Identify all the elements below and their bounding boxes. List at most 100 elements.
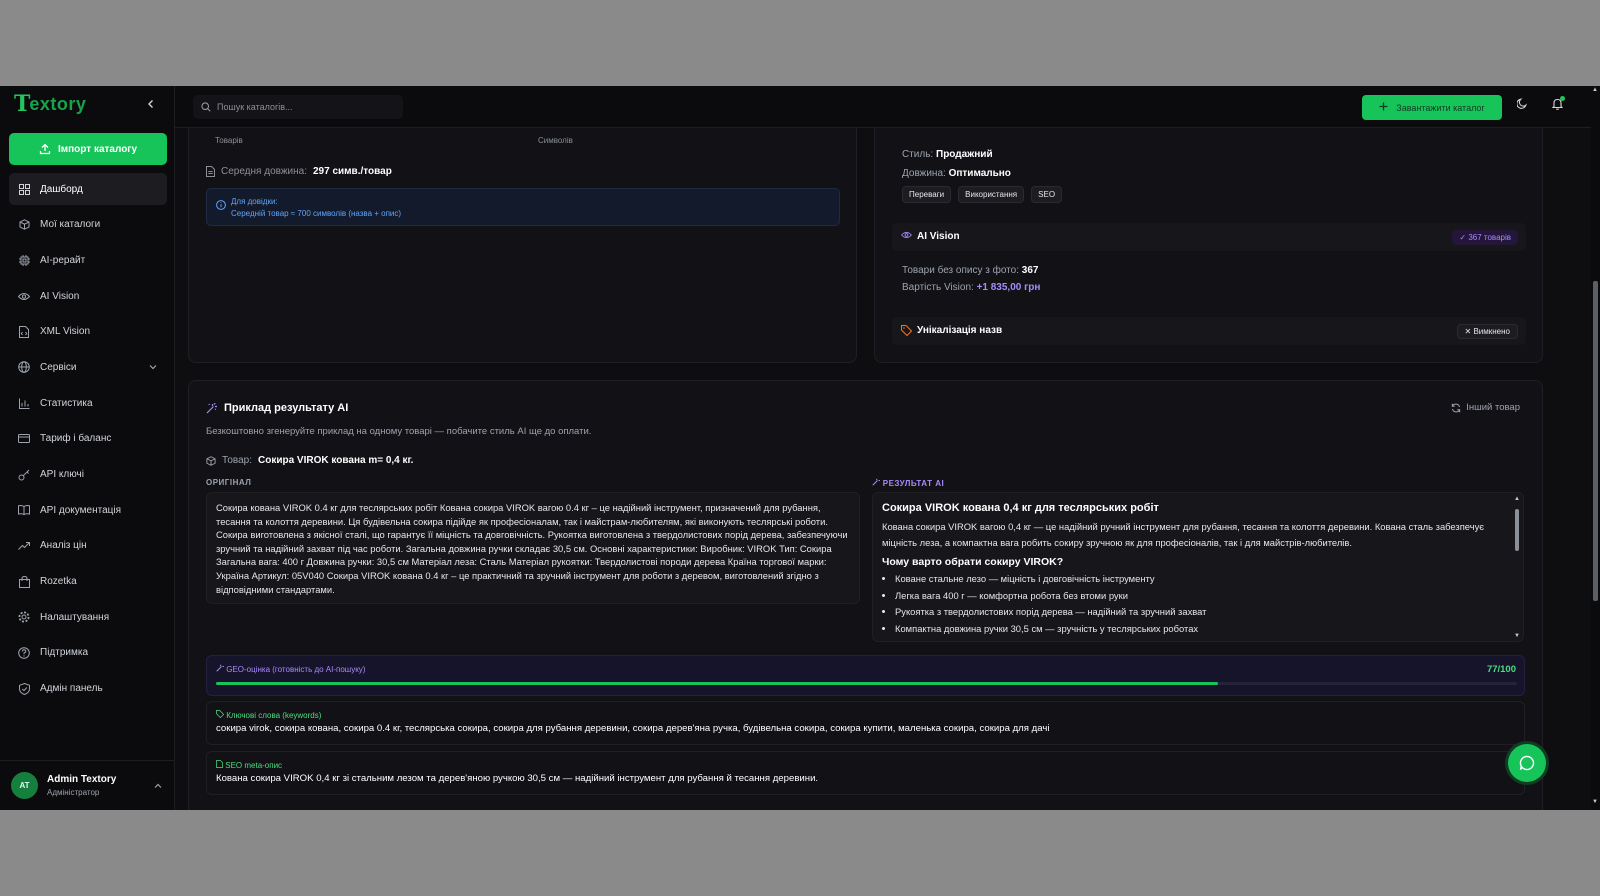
scrollbar-thumb[interactable] (1593, 281, 1598, 601)
file-text-icon (216, 760, 223, 768)
sidebar-item-settings[interactable]: Налаштування (9, 601, 167, 633)
other-product-button[interactable]: Інший товар (1451, 402, 1520, 413)
notification-dot (1560, 96, 1565, 101)
page-scrollbar[interactable]: ▲ ▼ (1591, 86, 1600, 810)
import-catalog-label: Імпорт каталогу (57, 143, 138, 155)
credit-card-icon (18, 433, 30, 445)
unique-names-title: Унікалізація назв (917, 325, 1003, 336)
meta-text: Кована сокира VIROK 0,4 кг зі стальним л… (216, 773, 819, 784)
sidebar-item-api-keys[interactable]: API ключі (9, 459, 167, 491)
sidebar-item-ai-vision[interactable]: AI Vision (9, 280, 167, 312)
box-icon (18, 219, 30, 231)
info-icon (216, 200, 226, 213)
search-icon (201, 102, 211, 112)
upload-icon (39, 143, 51, 155)
avatar: AT (11, 772, 38, 799)
result-scrollbar[interactable]: ▲ ▼ (1514, 496, 1520, 640)
sidebar-item-catalogs[interactable]: Мої каталоги (9, 209, 167, 241)
products-label: Товарів (215, 136, 243, 145)
ai-example-subtitle: Безкоштовно згенеруйте приклад на одному… (206, 426, 592, 437)
meta-label: SEO meta-опис (225, 761, 283, 770)
sidebar-item-label: XML Vision (40, 326, 91, 338)
scrollbar-thumb[interactable] (1515, 509, 1519, 551)
theme-toggle-button[interactable] (1516, 98, 1528, 112)
user-menu[interactable]: AT Admin Textory Адміністратор (0, 760, 175, 810)
scroll-up-arrow[interactable]: ▲ (1514, 496, 1520, 502)
file-code-icon (18, 325, 30, 338)
style-value: Продажний (936, 149, 993, 160)
chat-button[interactable] (1508, 744, 1546, 782)
chevron-left-icon (148, 100, 153, 108)
keywords-text: сокира virok, сокира кована, сокира 0.4 … (216, 723, 1050, 734)
box-icon (206, 455, 216, 466)
sidebar-item-label: Rozetka (40, 576, 77, 588)
ai-vision-row[interactable]: AI Vision ✓ 367 товарів (892, 223, 1526, 251)
geo-label-row: GEO-оцінка (готовність до AI-пошуку) (216, 664, 365, 674)
logo-mark: T (14, 91, 30, 117)
wand-icon (206, 402, 217, 413)
moon-icon (1516, 98, 1527, 109)
import-catalog-button[interactable]: Імпорт каталогу (9, 133, 167, 165)
help-circle-icon (18, 647, 30, 659)
logo[interactable]: Textory (14, 90, 86, 118)
vision-cost-row: Вартість Vision: +1 835,00 грн (902, 282, 1040, 293)
sidebar-item-ai-rewrite[interactable]: AI-рерайт (9, 244, 167, 276)
globe-icon (18, 361, 30, 374)
sidebar-nav: Дашборд Мої каталоги AI-рерайт AI Vision… (9, 173, 167, 708)
keywords-label-row: Ключові слова (keywords) (216, 710, 321, 720)
collapse-sidebar-button[interactable] (146, 98, 156, 112)
sidebar-item-support[interactable]: Підтримка (9, 637, 167, 669)
style-label: Стиль: (902, 149, 934, 160)
unique-names-badge[interactable]: ✕ Вимкнено (1456, 324, 1518, 339)
sidebar-item-label: Тариф і баланс (40, 433, 112, 445)
sidebar-item-admin[interactable]: Адмін панель (9, 673, 167, 705)
ai-example-title-text: Приклад результату AI (224, 402, 349, 414)
sidebar-item-billing[interactable]: Тариф і баланс (9, 423, 167, 455)
result-label-row: РЕЗУЛЬТАТ AI (872, 478, 944, 488)
scroll-down-arrow[interactable]: ▼ (1592, 799, 1598, 805)
length-value: Оптимально (948, 168, 1011, 179)
sidebar-item-statistics[interactable]: Статистика (9, 387, 167, 419)
sidebar-item-rozetka[interactable]: Rozetka (9, 566, 167, 598)
sidebar-item-price-analysis[interactable]: Аналіз цін (9, 530, 167, 562)
style-row: Стиль: Продажний (902, 149, 993, 160)
ai-example-card: Приклад результату AI Безкоштовно згенер… (188, 380, 1543, 810)
stat-faded-value: · · · (215, 128, 244, 133)
sidebar-item-label: Статистика (40, 397, 93, 409)
sidebar-item-services[interactable]: Сервіси (9, 351, 167, 383)
scroll-up-arrow[interactable]: ▲ (1592, 87, 1598, 93)
result-panel[interactable]: Сокира VIROK кована 0,4 кг для теслярськ… (872, 492, 1524, 642)
tag-icon (216, 710, 225, 719)
result-label: РЕЗУЛЬТАТ AI (882, 479, 945, 488)
no-desc-label: Товари без опису з фото: (902, 265, 1019, 276)
length-row: Довжина: Оптимально (902, 168, 1011, 179)
search-input[interactable] (217, 102, 387, 112)
ai-vision-badge-text: 367 товарів (1468, 233, 1511, 242)
sidebar-item-label: API документація (40, 504, 122, 516)
avg-length-label: Середня довжина: (221, 166, 307, 177)
cpu-icon (18, 254, 30, 266)
sidebar-item-dashboard[interactable]: Дашборд (9, 173, 167, 205)
scroll-down-arrow[interactable]: ▼ (1514, 633, 1520, 639)
tag-seo: SEO (1031, 186, 1063, 203)
sidebar-item-xml-vision[interactable]: XML Vision (9, 316, 167, 348)
eye-icon (901, 231, 912, 242)
wand-icon (872, 478, 880, 486)
avg-length-value: 297 симв./товар (312, 166, 392, 177)
list-item: Рукоятка з твердолистових порід дерева —… (895, 604, 1501, 621)
unique-names-row[interactable]: Унікалізація назв ✕ Вимкнено (892, 317, 1526, 345)
result-title: Сокира VIROK кована 0,4 кг для теслярськ… (882, 502, 1159, 514)
geo-score-panel: GEO-оцінка (готовність до AI-пошуку) 77/… (206, 655, 1525, 696)
main-content: · · · Товарів · · · · · Символів Середня… (175, 128, 1587, 810)
sidebar-item-api-docs[interactable]: API документація (9, 494, 167, 526)
sidebar-item-label: Аналіз цін (40, 540, 87, 552)
trending-up-icon (18, 540, 30, 552)
product-line: Товар: Сокира VIROK кована m= 0,4 кг. (206, 455, 413, 466)
stats-card: · · · Товарів · · · · · Символів Середня… (188, 128, 857, 363)
upload-catalog-button[interactable]: Завантажити каталог (1362, 95, 1502, 120)
user-name: Admin Textory (47, 774, 117, 785)
settings-card: Стиль: Продажний Довжина: Оптимально Пер… (874, 128, 1543, 363)
notifications-button[interactable] (1551, 96, 1565, 113)
sidebar: Textory Імпорт каталогу Дашборд Мої ката… (0, 86, 175, 810)
info-text: Середній товар ≈ 700 символів (назва + о… (231, 209, 402, 218)
